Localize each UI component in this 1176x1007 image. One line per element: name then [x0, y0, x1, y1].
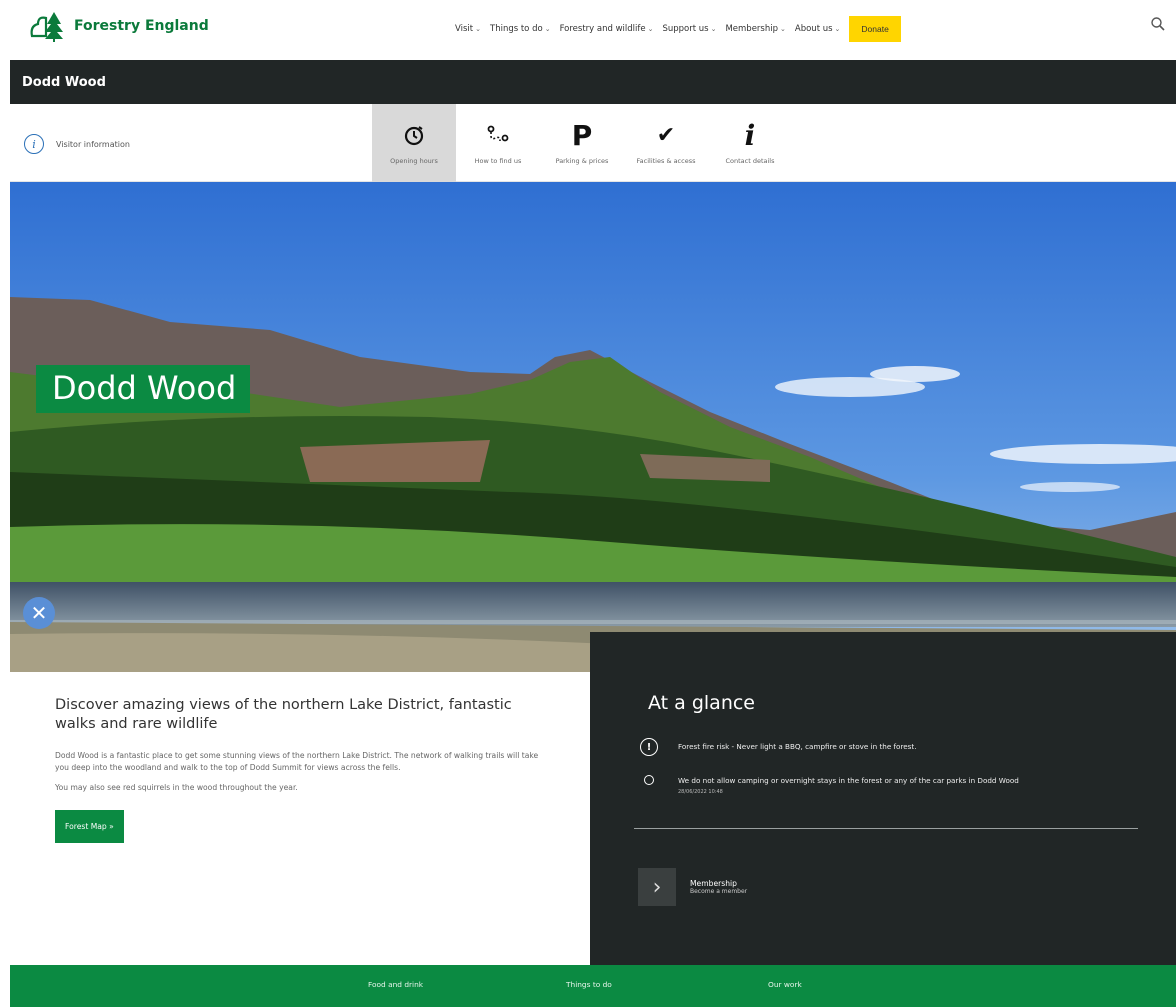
- nav-label: Forestry and wildlife: [559, 24, 646, 34]
- search-icon[interactable]: [1150, 16, 1166, 32]
- chevron-down-icon: ⌄: [544, 25, 551, 33]
- info-icon: i: [744, 118, 756, 152]
- nav-label: Support us: [662, 24, 709, 34]
- membership-link[interactable]: › Membership Become a member: [638, 868, 747, 906]
- chevron-down-icon: ⌄: [647, 25, 654, 33]
- nav-about-us[interactable]: About us ⌄: [795, 24, 841, 34]
- footer-bar: Food and drink Things to do Our work: [10, 965, 1176, 1007]
- chevron-down-icon: ⌄: [475, 25, 481, 33]
- chevron-down-icon: ⌄: [780, 25, 786, 33]
- tab-facilities-and-access[interactable]: ✔ Facilities & access: [624, 104, 708, 182]
- nav-label: About us: [794, 24, 833, 34]
- hero-title: Dodd Wood: [36, 365, 251, 413]
- forest-map-button[interactable]: Forest Map »: [55, 810, 124, 843]
- glance-item-text-block: We do not allow camping or overnight sta…: [678, 772, 1019, 797]
- glance-item: We do not allow camping or overnight sta…: [640, 772, 1019, 797]
- membership-text: Membership Become a member: [690, 879, 747, 895]
- visitor-info-strip: i Visitor information Opening hours How …: [10, 104, 1176, 182]
- intro-section: Discover amazing views of the northern L…: [55, 696, 550, 843]
- tab-opening-hours[interactable]: Opening hours: [372, 104, 456, 182]
- intro-paragraph: Dodd Wood is a fantastic place to get so…: [55, 751, 539, 772]
- divider: [634, 828, 1138, 829]
- nav-support-us[interactable]: Support us ⌄: [662, 24, 716, 34]
- at-a-glance-title: At a glance: [648, 692, 755, 714]
- hero-landscape-image: [10, 182, 1176, 672]
- page-title: Dodd Wood: [22, 74, 106, 90]
- at-a-glance-panel: At a glance ! Forest fire risk - Never l…: [590, 632, 1176, 965]
- membership-subtitle: Become a member: [690, 888, 748, 895]
- route-icon: [486, 121, 510, 149]
- tab-label: Contact details: [725, 157, 775, 165]
- alert-icon: !: [640, 738, 658, 756]
- visitor-info-tabs: Opening hours How to find us P Parking &…: [372, 104, 792, 182]
- site-header: Forestry England Visit ⌄ Things to do ⌄ Fo…: [0, 0, 1176, 60]
- close-icon[interactable]: ✕: [23, 597, 55, 629]
- info-circle-icon: i: [24, 134, 44, 154]
- tab-label: Opening hours: [390, 157, 438, 165]
- intro-heading: Discover amazing views of the northern L…: [55, 697, 512, 732]
- footer-link-things-to-do[interactable]: Things to do: [566, 980, 612, 989]
- nav-label: Things to do: [490, 24, 543, 34]
- visitor-information: i Visitor information: [24, 134, 130, 154]
- logo[interactable]: Forestry England: [28, 10, 209, 42]
- footer-link-our-work[interactable]: Our work: [768, 980, 802, 989]
- tab-contact-details[interactable]: i Contact details: [708, 104, 792, 182]
- glance-item: ! Forest fire risk - Never light a BBQ, …: [640, 738, 917, 756]
- tab-label: How to find us: [474, 157, 522, 165]
- glance-item-text: We do not allow camping or overnight sta…: [678, 776, 1019, 785]
- nav-visit[interactable]: Visit ⌄: [455, 24, 481, 34]
- hero-banner: Dodd Wood ✕: [10, 182, 1176, 672]
- nav-forestry-and-wildlife[interactable]: Forestry and wildlife ⌄: [560, 24, 654, 34]
- intro-paragraph: You may also see red squirrels in the wo…: [55, 783, 298, 792]
- donate-button[interactable]: Donate: [849, 16, 901, 42]
- clock-icon: [403, 121, 425, 149]
- tab-label: Parking & prices: [555, 157, 609, 165]
- nav-things-to-do[interactable]: Things to do ⌄: [490, 24, 551, 34]
- tab-parking-and-prices[interactable]: P Parking & prices: [540, 104, 624, 182]
- nav-membership[interactable]: Membership ⌄: [725, 24, 785, 34]
- circle-icon: [644, 775, 654, 785]
- brand-name: Forestry England: [74, 18, 209, 34]
- tree-logo-icon: [30, 12, 63, 42]
- visitor-information-label: Visitor information: [56, 139, 130, 149]
- nav-label: Membership: [725, 24, 779, 34]
- membership-title: Membership: [690, 879, 737, 888]
- glance-item-date: 28/06/2022 10:48: [678, 789, 723, 795]
- checkmark-icon: ✔: [656, 122, 676, 148]
- tab-label: Facilities & access: [636, 157, 696, 165]
- chevron-right-icon: ›: [638, 868, 676, 906]
- glance-item-text: Forest fire risk - Never light a BBQ, ca…: [678, 742, 917, 751]
- footer-link-food-and-drink[interactable]: Food and drink: [368, 980, 423, 989]
- main-nav: Visit ⌄ Things to do ⌄ Forestry and wildli…: [455, 16, 901, 42]
- parking-icon: P: [571, 118, 593, 152]
- chevron-down-icon: ⌄: [710, 25, 717, 33]
- chevron-down-icon: ⌄: [834, 25, 841, 33]
- page-title-bar: Dodd Wood: [10, 60, 1176, 104]
- tab-how-to-find-us[interactable]: How to find us: [456, 104, 540, 182]
- nav-label: Visit: [455, 24, 474, 34]
